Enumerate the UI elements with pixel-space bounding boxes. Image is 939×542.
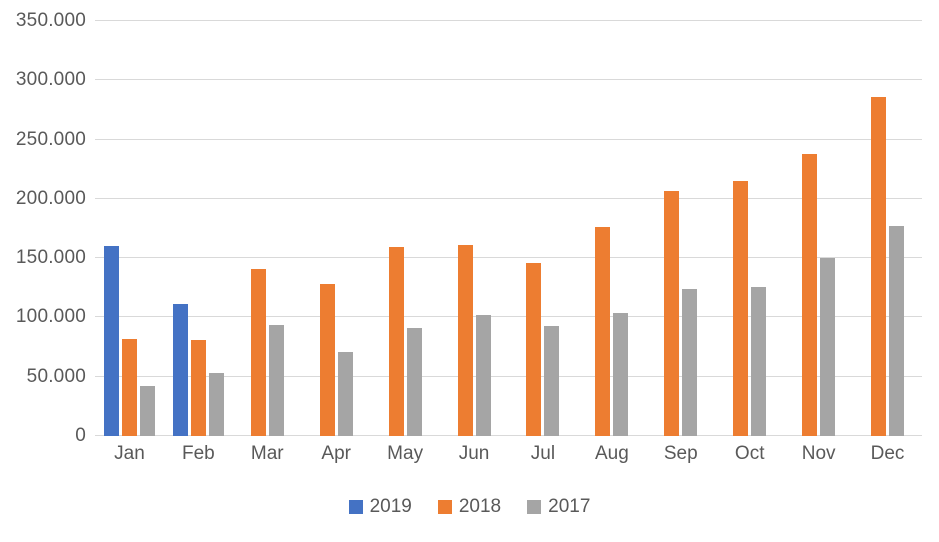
bar [190,339,206,436]
bar-group [784,21,853,436]
x-axis-tick-label: Nov [801,443,836,464]
x-axis-tick-label: Mar [250,443,284,464]
x-axis-labels: Jan Feb Mar Apr May Jun Jul Aug Sep Oct Nov Dec [95,443,922,475]
x-axis-tick-label: Jul [530,443,556,464]
bar [268,324,284,436]
legend-label: 2019 [369,496,412,517]
x-axis-tick-label: Jan [114,443,145,464]
bar [319,284,335,436]
bar [208,373,224,436]
bar-group [371,21,440,436]
bar [121,338,137,436]
x-axis-tick-label: Feb [182,443,215,464]
bar [544,325,560,436]
y-axis-tick-label: 300.000 [15,69,86,91]
bar-group [853,21,922,436]
y-axis-tick-label: 150.000 [15,247,86,269]
x-axis-tick-label: Dec [870,443,905,464]
legend-swatch-icon [437,499,452,514]
bar [682,288,698,436]
y-axis-tick-label: 100.000 [15,306,86,328]
bar-group [577,21,646,436]
legend-item-2018[interactable]: 2018 [437,496,502,517]
y-axis-tick-label: 250.000 [15,128,86,150]
bar [733,181,749,436]
bar [889,226,905,436]
bar-group [715,21,784,436]
bar [613,312,629,436]
y-axis-tick-label: 0 [75,425,86,446]
x-axis-tick-label: Oct [734,443,765,464]
bar [103,246,119,436]
legend-swatch-icon [348,499,363,514]
y-axis-labels: 0 50.000 100.000 150.000 200.000 250.000 300.0… [0,0,86,542]
bar [871,96,887,436]
bar [139,386,155,436]
bar-group [440,21,509,436]
bar [172,304,188,436]
y-axis-tick-label: 350.000 [15,10,86,31]
x-axis-tick-label: Sep [663,443,698,464]
bar [475,315,491,436]
bar [457,245,473,436]
plot-area [95,20,922,436]
bar [250,268,266,436]
bar-chart: 0 50.000 100.000 150.000 200.000 250.000 300.0… [0,0,939,542]
bar [388,247,404,436]
bar [664,190,680,436]
bar-group [302,21,371,436]
x-axis-tick-label: Jun [458,443,490,464]
bar [595,227,611,436]
legend-label: 2018 [458,496,502,517]
bar [802,153,818,436]
bar [526,262,542,436]
bar-group [164,21,233,436]
legend-item-2019[interactable]: 2019 [348,496,412,517]
bar [820,258,836,436]
legend-item-2017[interactable]: 2017 [527,497,590,516]
x-axis-tick-label: May [387,443,424,464]
bar-group [95,21,164,436]
bar [337,351,353,436]
bar [406,328,422,436]
bar-group [233,21,302,436]
bar-group [646,21,715,436]
bar-group [509,21,578,436]
chart-legend: 2019 2018 2017 [0,497,939,516]
bars-layer [95,21,922,436]
legend-swatch-icon [527,499,542,514]
bar [751,286,767,436]
y-axis-tick-label: 50.000 [26,365,86,387]
y-axis-tick-label: 200.000 [15,187,86,209]
legend-label: 2017 [548,496,591,517]
x-axis-tick-label: Apr [321,443,351,464]
x-axis-tick-label: Aug [594,443,629,464]
